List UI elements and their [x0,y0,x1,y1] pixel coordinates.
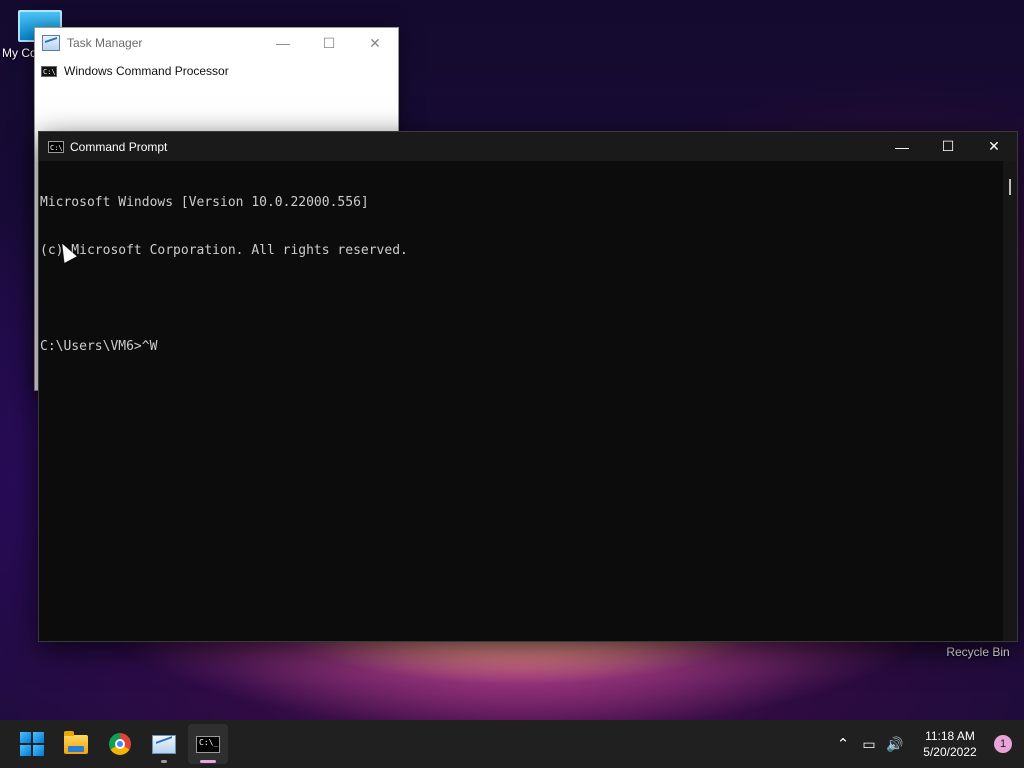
maximize-button[interactable]: ☐ [925,132,971,161]
clock-time: 11:18 AM [925,729,975,743]
console-prompt-line[interactable]: C:\Users\VM6>^W [40,339,1003,355]
task-manager-icon [152,734,176,754]
command-prompt-titlebar[interactable]: C:\ Command Prompt — ☐ ✕ [39,132,1017,161]
windows-logo-icon [20,732,44,756]
minimize-button[interactable]: — [879,132,925,161]
console-line: (c) Microsoft Corporation. All rights re… [40,243,408,258]
close-button[interactable]: ✕ [971,132,1017,161]
taskbar-file-explorer[interactable] [56,724,96,764]
cmd-icon: C:\_ [196,735,220,753]
console-output[interactable]: Microsoft Windows [Version 10.0.22000.55… [39,161,1003,641]
taskbar: C:\_ ⌃ ▭ 🔊 11:18 AM 5/20/2022 1 [0,720,1024,768]
process-row[interactable]: C:\ Windows Command Processor [35,58,398,84]
taskbar-command-prompt[interactable]: C:\_ [188,724,228,764]
chevron-up-icon[interactable]: ⌃ [830,724,856,764]
system-tray: ⌃ ▭ 🔊 11:18 AM 5/20/2022 1 [830,724,1024,764]
console-line: Microsoft Windows [Version 10.0.22000.55… [40,195,369,210]
network-icon[interactable]: ▭ [856,724,882,764]
chrome-icon [109,733,131,755]
clock-date: 5/20/2022 [923,745,977,759]
desktop-icon-recycle-bin[interactable]: Recycle Bin [938,645,1018,659]
clock[interactable]: 11:18 AM 5/20/2022 [914,728,986,760]
task-manager-icon [42,35,60,51]
volume-icon[interactable]: 🔊 [882,724,908,764]
start-button[interactable] [12,724,52,764]
command-prompt-window[interactable]: C:\ Command Prompt — ☐ ✕ Microsoft Windo… [38,131,1018,642]
notification-badge[interactable]: 1 [994,735,1012,753]
window-title: Task Manager [67,36,143,50]
task-manager-titlebar[interactable]: Task Manager — ☐ ✕ [35,28,398,58]
folder-icon [64,730,88,754]
taskbar-task-manager[interactable] [144,724,184,764]
window-title: Command Prompt [70,139,168,154]
vertical-scrollbar[interactable] [1003,161,1017,641]
cmd-icon: C:\ [41,65,57,77]
active-indicator [200,760,216,763]
process-name: Windows Command Processor [64,64,229,78]
running-indicator [161,760,167,763]
desktop-icon-label: Recycle Bin [946,645,1010,659]
minimize-button[interactable]: — [260,28,306,58]
scrollbar-thumb[interactable] [1009,179,1011,195]
close-button[interactable]: ✕ [352,28,398,58]
cmd-icon: C:\ [48,140,64,153]
maximize-button[interactable]: ☐ [306,28,352,58]
taskbar-chrome[interactable] [100,724,140,764]
